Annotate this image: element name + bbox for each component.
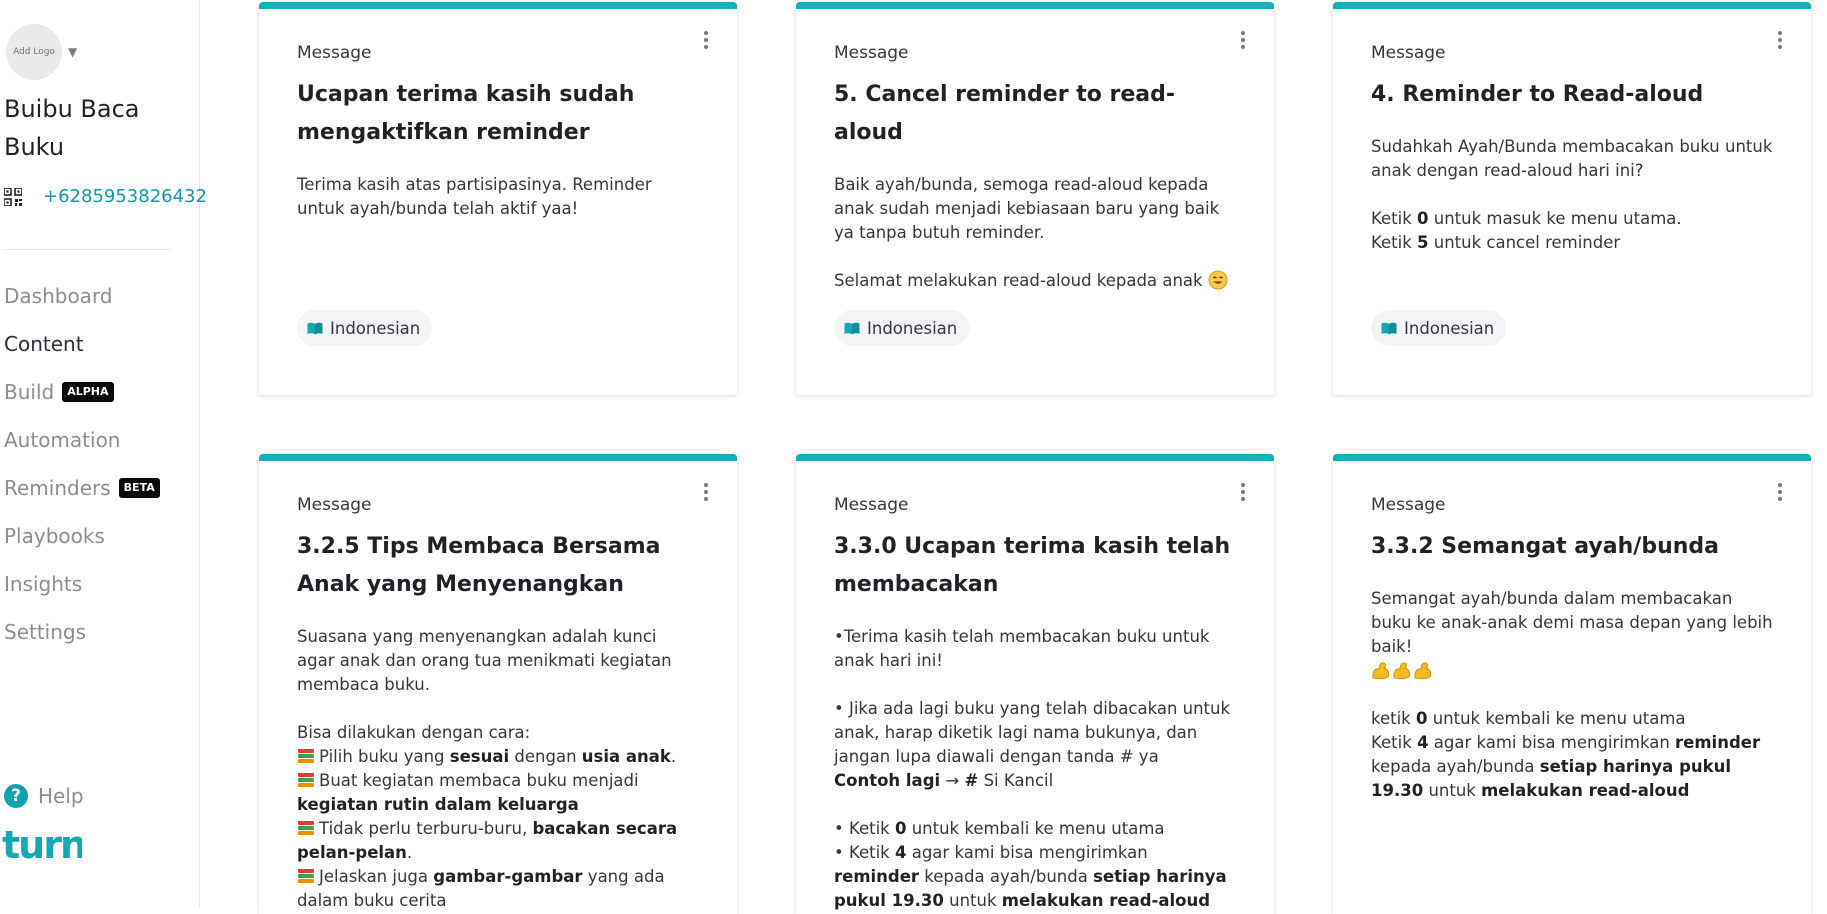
book-icon <box>1381 322 1397 334</box>
question-circle-icon: ? <box>4 784 28 808</box>
alpha-badge: ALPHA <box>62 382 114 402</box>
card-type: Message <box>834 43 909 63</box>
sidebar-divider <box>4 249 170 250</box>
language-chip[interactable]: Indonesian <box>834 310 970 346</box>
card-title[interactable]: 4. Reminder to Read-aloud <box>1371 76 1773 114</box>
smiling-emoji-icon <box>1208 270 1228 290</box>
qr-code-icon[interactable] <box>4 187 22 206</box>
sidebar-item-label: Settings <box>4 620 87 644</box>
book-icon <box>307 322 323 334</box>
phone-number-link[interactable]: +6285953826432 <box>43 186 207 207</box>
beta-badge: BETA <box>118 478 160 498</box>
card-body: Baik ayah/bunda, semoga read-aloud kepad… <box>834 173 1236 293</box>
message-card[interactable]: Message 4. Reminder to Read-aloud Sudahk… <box>1333 2 1811 395</box>
card-text: Baik ayah/bunda, semoga read-aloud kepad… <box>834 175 1220 242</box>
sidebar-item-label: Content <box>4 332 84 356</box>
card-text: Suasana yang menyenangkan adalah kunci a… <box>297 627 672 694</box>
help-link[interactable]: ? Help <box>4 784 84 808</box>
card-type: Message <box>1371 43 1446 63</box>
sidebar-item-label: Playbooks <box>4 524 105 548</box>
message-card[interactable]: Message 3.3.2 Semangat ayah/bunda Semang… <box>1333 454 1811 914</box>
sidebar-nav: Dashboard Content Build ALPHA Automation… <box>4 272 160 656</box>
chevron-down-icon[interactable]: ▼ <box>68 45 77 59</box>
org-name: Buibu Baca Buku <box>4 95 140 161</box>
vertical-dots-icon[interactable] <box>1238 481 1248 503</box>
card-text: • Ketik 4 agar kami bisa mengirimkan rem… <box>834 843 1227 910</box>
phone-row: +6285953826432 <box>4 186 207 207</box>
message-card[interactable]: Message 3.3.0 Ucapan terima kasih telah … <box>796 454 1274 914</box>
vertical-dots-icon[interactable] <box>1775 481 1785 503</box>
sidebar-item-dashboard[interactable]: Dashboard <box>4 272 160 320</box>
brand-text: turn <box>2 826 82 867</box>
message-card[interactable]: Message Ucapan terima kasih sudah mengak… <box>259 2 737 395</box>
card-title[interactable]: Ucapan terima kasih sudah mengaktifkan r… <box>297 76 699 152</box>
card-text <box>1371 659 1773 683</box>
language-chip[interactable]: Indonesian <box>297 310 433 346</box>
sidebar-item-settings[interactable]: Settings <box>4 608 160 656</box>
sidebar-item-label: Build <box>4 380 55 404</box>
sidebar-item-playbooks[interactable]: Playbooks <box>4 512 160 560</box>
books-emoji-icon <box>298 869 314 883</box>
card-text: ketik 0 untuk kembali ke menu utama <box>1371 709 1686 728</box>
language-label: Indonesian <box>867 318 958 338</box>
card-text: Terima kasih atas partisipasinya. Remind… <box>297 175 652 218</box>
sidebar-item-reminders[interactable]: Reminders BETA <box>4 464 160 512</box>
card-text: Jelaskan juga gambar-gambar yang ada dal… <box>297 867 665 910</box>
help-label: Help <box>38 784 84 808</box>
card-text: Ketik 5 untuk cancel reminder <box>1371 233 1621 252</box>
card-body: Suasana yang menyenangkan adalah kunci a… <box>297 625 699 913</box>
card-text: Sudahkah Ayah/Bunda membacakan buku untu… <box>1371 137 1773 180</box>
card-text: Selamat melakukan read-aloud kepada anak <box>834 269 1236 293</box>
card-body: •Terima kasih telah membacakan buku untu… <box>834 625 1236 913</box>
card-text: Contoh lagi → # Si Kancil <box>834 771 1054 790</box>
sidebar-item-label: Dashboard <box>4 284 113 308</box>
turn-logo: turn <box>2 826 82 867</box>
language-label: Indonesian <box>1404 318 1495 338</box>
books-emoji-icon <box>298 749 314 763</box>
card-text: • Ketik 0 untuk kembali ke menu utama <box>834 819 1165 838</box>
card-body: Semangat ayah/bunda dalam membacakan buk… <box>1371 587 1773 803</box>
card-type: Message <box>297 495 372 515</box>
card-text: Pilih buku yang sesuai dengan usia anak. <box>297 745 699 769</box>
card-text: •Terima kasih telah membacakan buku untu… <box>834 627 1210 670</box>
book-icon <box>844 322 860 334</box>
books-emoji-icon <box>298 773 314 787</box>
sidebar-item-automation[interactable]: Automation <box>4 416 160 464</box>
sidebar-item-insights[interactable]: Insights <box>4 560 160 608</box>
language-chip[interactable]: Indonesian <box>1371 310 1507 346</box>
card-title[interactable]: 3.2.5 Tips Membaca Bersama Anak yang Men… <box>297 528 699 604</box>
logo-row: Add Logo ▼ <box>6 24 77 80</box>
sidebar-item-label: Insights <box>4 572 83 596</box>
vertical-dots-icon[interactable] <box>701 481 711 503</box>
card-type: Message <box>1371 495 1446 515</box>
card-body: Terima kasih atas partisipasinya. Remind… <box>297 173 699 221</box>
add-logo-button[interactable]: Add Logo <box>6 24 62 80</box>
vertical-dots-icon[interactable] <box>1238 29 1248 51</box>
card-text: Buat kegiatan membaca buku menjadi kegia… <box>297 771 639 814</box>
card-type: Message <box>834 495 909 515</box>
card-text: Bisa dilakukan dengan cara: <box>297 723 531 742</box>
books-emoji-icon <box>298 821 314 835</box>
vertical-dots-icon[interactable] <box>701 29 711 51</box>
card-title[interactable]: 3.3.2 Semangat ayah/bunda <box>1371 528 1773 566</box>
card-body: Sudahkah Ayah/Bunda membacakan buku untu… <box>1371 135 1773 255</box>
message-card[interactable]: Message 3.2.5 Tips Membaca Bersama Anak … <box>259 454 737 914</box>
card-type: Message <box>297 43 372 63</box>
language-label: Indonesian <box>330 318 421 338</box>
vertical-dots-icon[interactable] <box>1775 29 1785 51</box>
sidebar-item-label: Reminders <box>4 476 111 500</box>
card-text: Tidak perlu terburu-buru, bacakan secara… <box>297 819 678 862</box>
card-text: Ketik 4 agar kami bisa mengirimkan remin… <box>1371 733 1761 800</box>
card-title[interactable]: 3.3.0 Ucapan terima kasih telah membacak… <box>834 528 1236 604</box>
card-text: Ketik 0 untuk masuk ke menu utama. <box>1371 209 1682 228</box>
message-card[interactable]: Message 5. Cancel reminder to read-aloud… <box>796 2 1274 395</box>
flexed-biceps-emoji-icon <box>1372 662 1432 680</box>
sidebar: Add Logo ▼ Buibu Baca Buku +628595382643… <box>0 0 207 907</box>
card-title[interactable]: 5. Cancel reminder to read-aloud <box>834 76 1236 152</box>
sidebar-item-build[interactable]: Build ALPHA <box>4 368 160 416</box>
sidebar-item-label: Automation <box>4 428 121 452</box>
sidebar-item-content[interactable]: Content <box>4 320 160 368</box>
card-text: • Jika ada lagi buku yang telah dibacaka… <box>834 699 1231 766</box>
card-text: Semangat ayah/bunda dalam membacakan buk… <box>1371 589 1773 656</box>
